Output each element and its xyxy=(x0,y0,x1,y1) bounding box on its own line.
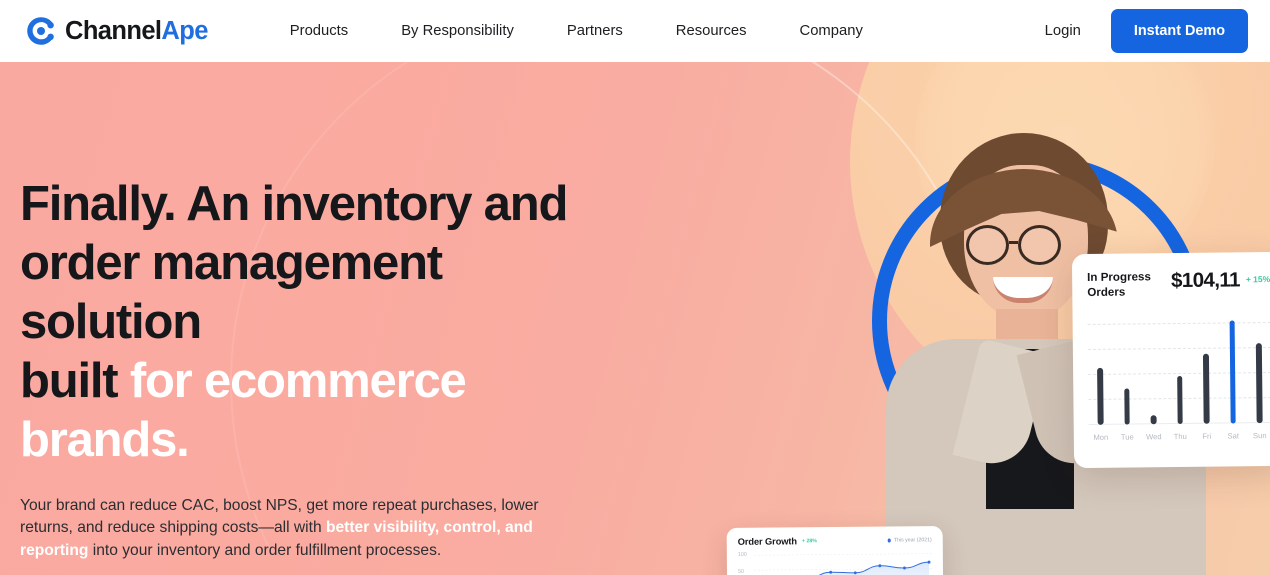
bar-column xyxy=(1168,375,1193,425)
orders-card-amount: $104,11 xyxy=(1170,268,1240,293)
y-axis-label: 50 xyxy=(737,568,745,575)
bar xyxy=(1176,375,1183,425)
channelape-circle-logo-icon xyxy=(27,17,54,45)
login-link[interactable]: Login xyxy=(1045,23,1081,39)
bar-column xyxy=(1088,368,1113,425)
header-actions: Login Instant Demo xyxy=(1045,9,1248,53)
orders-bar-chart: Mon Tue Wed Thu Fri Sat Sun xyxy=(1087,316,1270,442)
data-point xyxy=(878,564,882,568)
bar xyxy=(1124,388,1130,425)
chart-y-labels: 100500 xyxy=(738,552,752,575)
bar-label: Sun xyxy=(1252,431,1267,441)
nav-item-by-responsibility[interactable]: By Responsibility xyxy=(401,15,514,47)
headline-line-2: order management solution xyxy=(20,236,443,349)
bar-column xyxy=(1247,342,1270,424)
site-header: ChannelApe Products By Responsibility Pa… xyxy=(0,0,1270,62)
data-point xyxy=(853,571,857,575)
person-glasses-bridge xyxy=(1009,241,1018,244)
chart-plot-area xyxy=(753,550,932,575)
hero-copy: Finally. An inventory and order manageme… xyxy=(20,175,630,575)
growth-card-title: Order Growth xyxy=(737,536,798,547)
bar xyxy=(1203,353,1210,424)
orders-card-title: In Progress Orders xyxy=(1087,270,1151,299)
subcopy-part-2: into your inventory and order fulfillmen… xyxy=(88,541,442,559)
logo-text: ChannelApe xyxy=(65,17,208,46)
person-glasses-left xyxy=(966,225,1009,265)
in-progress-orders-card: In Progress Orders $104,11 + 15% Mon Tue W… xyxy=(1071,251,1270,469)
bar-label: Tue xyxy=(1120,432,1134,442)
hero-subcopy: Your brand can reduce CAC, boost NPS, ge… xyxy=(20,495,595,562)
instant-demo-button[interactable]: Instant Demo xyxy=(1110,9,1248,53)
page-title: Finally. An inventory and order manageme… xyxy=(20,175,630,470)
person-glasses-right xyxy=(1018,225,1061,265)
order-growth-card: Order Growth + 28% This year (2021) 100 5… xyxy=(726,526,944,575)
chart-x-labels: Mon Tue Wed Thu Fri Sat Sun xyxy=(1089,431,1270,442)
bar xyxy=(1256,342,1263,424)
bar-label: Wed xyxy=(1146,432,1162,442)
bar-column xyxy=(1194,353,1219,424)
growth-area-svg xyxy=(753,553,932,575)
bar xyxy=(1150,414,1157,425)
chart-gridline xyxy=(753,553,932,556)
growth-line-chart: 100500 JanFebMarAprMayJunJulAug xyxy=(738,550,932,575)
bar-label: Mon xyxy=(1093,432,1109,442)
orders-card-header: In Progress Orders $104,11 + 15% xyxy=(1087,268,1270,300)
orders-card-delta-badge: + 15% xyxy=(1245,274,1270,285)
nav-item-partners[interactable]: Partners xyxy=(567,15,623,47)
bar-column xyxy=(1115,388,1139,425)
bar xyxy=(1097,368,1104,425)
logo-text-primary: Channel xyxy=(65,16,162,45)
main-navigation: Products By Responsibility Partners Reso… xyxy=(290,15,863,47)
y-axis-label: 100 xyxy=(737,551,747,558)
bar-label: Thu xyxy=(1173,431,1187,442)
headline-line-3-dark: built xyxy=(20,354,130,408)
bar-column xyxy=(1142,414,1166,425)
headline-line-1: Finally. An inventory and xyxy=(20,177,568,231)
growth-card-header: Order Growth + 28% This year (2021) xyxy=(738,535,932,547)
legend-label: This year (2021) xyxy=(893,537,932,544)
growth-card-legend: This year (2021) xyxy=(887,537,932,544)
data-point xyxy=(829,570,833,574)
nav-item-products[interactable]: Products xyxy=(290,15,348,47)
data-point xyxy=(927,560,931,564)
legend-dot-icon xyxy=(887,538,891,543)
chart-bars xyxy=(1088,320,1270,425)
data-point xyxy=(903,566,906,570)
logo-text-accent: Ape xyxy=(161,16,208,45)
growth-card-badge: + 28% xyxy=(801,538,817,545)
hero-section: Finally. An inventory and order manageme… xyxy=(0,62,1270,575)
bar-column xyxy=(1220,320,1245,424)
nav-item-resources[interactable]: Resources xyxy=(676,15,747,47)
nav-item-company[interactable]: Company xyxy=(800,15,863,47)
bar xyxy=(1229,320,1236,424)
bar-label: Fri xyxy=(1202,431,1212,441)
logo[interactable]: ChannelApe xyxy=(24,14,208,48)
bar-label: Sat xyxy=(1227,431,1240,441)
